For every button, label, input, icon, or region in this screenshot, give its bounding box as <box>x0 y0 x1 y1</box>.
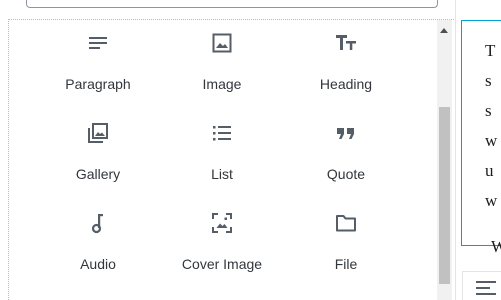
quote-icon <box>288 120 404 146</box>
block-label: Heading <box>319 76 373 92</box>
paragraph-icon <box>40 30 156 56</box>
image-icon <box>164 30 280 56</box>
inserter-scrollbar[interactable] <box>437 20 452 300</box>
file-icon <box>288 210 404 236</box>
block-item-cover-image[interactable]: Cover Image <box>164 200 280 278</box>
paragraph-line: T <box>485 41 496 60</box>
list-icon <box>164 120 280 146</box>
block-item-file[interactable]: File <box>288 200 404 278</box>
block-item-quote[interactable]: Quote <box>288 110 404 188</box>
block-item-list[interactable]: List <box>164 110 280 188</box>
paragraph-text[interactable]: T s s w u w <box>485 36 497 216</box>
block-search-input[interactable] <box>26 0 438 8</box>
paragraph-line: w <box>485 191 498 210</box>
block-label: Paragraph <box>65 76 131 92</box>
block-inserter: Paragraph Image Heading Gallery List Quo… <box>0 0 456 300</box>
blocks-grid: Paragraph Image Heading Gallery List Quo… <box>40 20 412 300</box>
block-label: Audio <box>80 256 116 272</box>
block-item-image[interactable]: Image <box>164 20 280 98</box>
cover-image-icon <box>164 210 280 236</box>
paragraph-line: s <box>485 101 492 120</box>
heading-icon <box>288 30 404 56</box>
block-label: Gallery <box>75 166 121 182</box>
scrollbar-thumb[interactable] <box>439 107 450 284</box>
next-paragraph-text[interactable]: W <box>491 237 501 257</box>
align-left-icon[interactable] <box>476 281 496 295</box>
gallery-icon <box>40 120 156 146</box>
paragraph-line: u <box>485 161 494 180</box>
block-label: Quote <box>326 166 366 182</box>
editor-canvas: T s s w u w W <box>455 0 501 300</box>
block-item-audio[interactable]: Audio <box>40 200 156 278</box>
editor-top-strip <box>456 0 501 18</box>
block-item-paragraph[interactable]: Paragraph <box>40 20 156 98</box>
block-item-gallery[interactable]: Gallery <box>40 110 156 188</box>
block-toolbar <box>462 271 501 300</box>
block-item-heading[interactable]: Heading <box>288 20 404 98</box>
paragraph-line: w <box>485 131 498 150</box>
block-label: File <box>334 256 358 272</box>
block-label: List <box>211 166 233 182</box>
block-label: Image <box>202 76 242 92</box>
audio-icon <box>40 210 156 236</box>
paragraph-line: s <box>485 71 492 90</box>
scroll-up-icon[interactable] <box>440 28 448 33</box>
block-label: Cover Image <box>181 256 263 272</box>
